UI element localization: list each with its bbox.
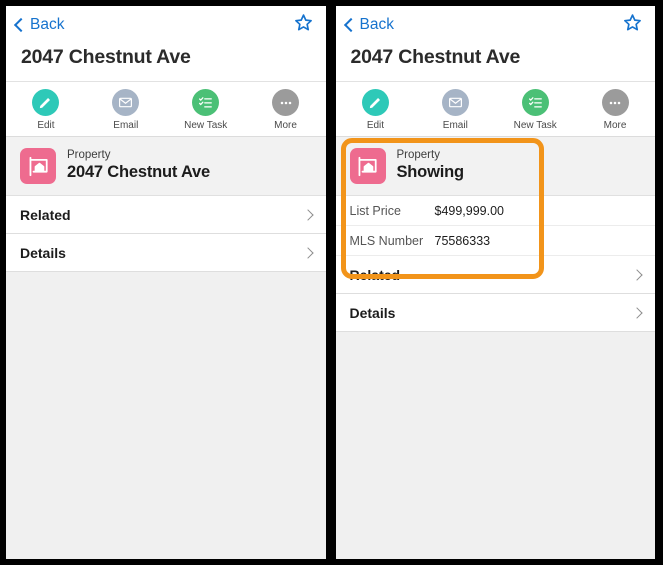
back-label: Back [30,16,65,33]
chevron-left-icon [13,17,29,33]
page-title-bar: 2047 Chestnut Ave [335,44,655,81]
phone-screen-left: Back 2047 Chestnut Ave Edit Email New Task Mo… [6,6,326,559]
record-card-header[interactable]: Property Showing [335,137,655,196]
action-label: New Task [513,120,557,131]
property-sign-icon [349,148,386,184]
action-label: More [274,120,297,131]
screen-body: Property Showing List Price $499,999.00 MLS … [335,137,655,559]
star-outline-icon[interactable] [294,13,313,37]
field-value: 75586333 [434,233,491,248]
chevron-left-icon [343,17,358,33]
action-label: Edit [366,120,385,131]
list-item-details[interactable]: Details [335,294,655,332]
list-item-related[interactable]: Related [6,196,326,234]
action-label: Email [113,120,139,131]
record-type-label: Property [67,149,111,162]
checklist-icon [192,89,220,116]
action-email[interactable]: Email [415,89,495,131]
action-more[interactable]: More [246,89,326,131]
action-new-task[interactable]: New Task [495,89,575,131]
record-card-header[interactable]: Property 2047 Chestnut Ave [6,137,326,196]
field-row: List Price $499,999.00 [335,196,655,226]
action-bar: Edit Email New Task More [6,81,326,137]
chevron-right-icon [301,246,314,259]
ellipsis-icon [601,89,629,116]
ellipsis-icon [272,89,300,116]
list-item-label: Related [349,266,401,283]
back-label: Back [359,16,394,33]
envelope-icon [441,89,469,116]
pencil-icon [361,89,389,116]
empty-space [6,272,326,559]
action-label: New Task [184,120,228,131]
chevron-right-icon [301,208,314,221]
nav-bar: Back [335,6,655,44]
action-email[interactable]: Email [86,89,166,131]
record-card-wrapper: Property 2047 Chestnut Ave [6,137,326,196]
nav-bar: Back [6,6,326,44]
list-item-label: Details [20,244,66,261]
action-edit[interactable]: Edit [6,89,86,131]
checklist-icon [521,89,549,116]
list-item-label: Details [349,304,396,321]
list-item-related[interactable]: Related [335,256,655,294]
page-title-bar: 2047 Chestnut Ave [6,44,326,81]
record-type-label: Property [396,149,440,162]
back-button[interactable]: Back [343,16,394,34]
action-more[interactable]: More [575,89,655,131]
chevron-right-icon [631,268,643,281]
action-bar: Edit Email New Task More [335,81,655,137]
envelope-icon [112,89,140,116]
dual-screenshot-frame: Back 2047 Chestnut Ave Edit Email New Task Mo… [0,0,663,565]
list-item-label: Related [20,206,71,223]
pencil-icon [32,89,60,116]
phone-screen-right: Back 2047 Chestnut Ave Edit Email New Task Mo… [335,6,655,559]
page-title: 2047 Chestnut Ave [350,46,521,68]
page-title: 2047 Chestnut Ave [21,46,191,68]
record-card-wrapper: Property Showing List Price $499,999.00 MLS … [335,137,655,279]
action-label: Edit [37,120,55,131]
record-name: 2047 Chestnut Ave [67,163,211,182]
action-label: Email [442,120,468,131]
field-value: $499,999.00 [434,203,505,218]
field-label: List Price [349,203,401,218]
field-label: MLS Number [349,233,424,248]
action-edit[interactable]: Edit [336,89,416,131]
back-button[interactable]: Back [13,16,65,34]
star-outline-icon[interactable] [623,13,642,37]
property-sign-icon [20,148,56,184]
record-name: Showing [396,163,465,182]
list-item-details[interactable]: Details [6,234,326,272]
empty-space [335,332,655,559]
action-label: More [603,120,627,131]
field-row: MLS Number 75586333 [335,226,655,256]
chevron-right-icon [631,306,643,319]
action-new-task[interactable]: New Task [166,89,246,131]
screen-body: Property2047 Chestnut AveRelatedDetailsO… [6,137,326,559]
